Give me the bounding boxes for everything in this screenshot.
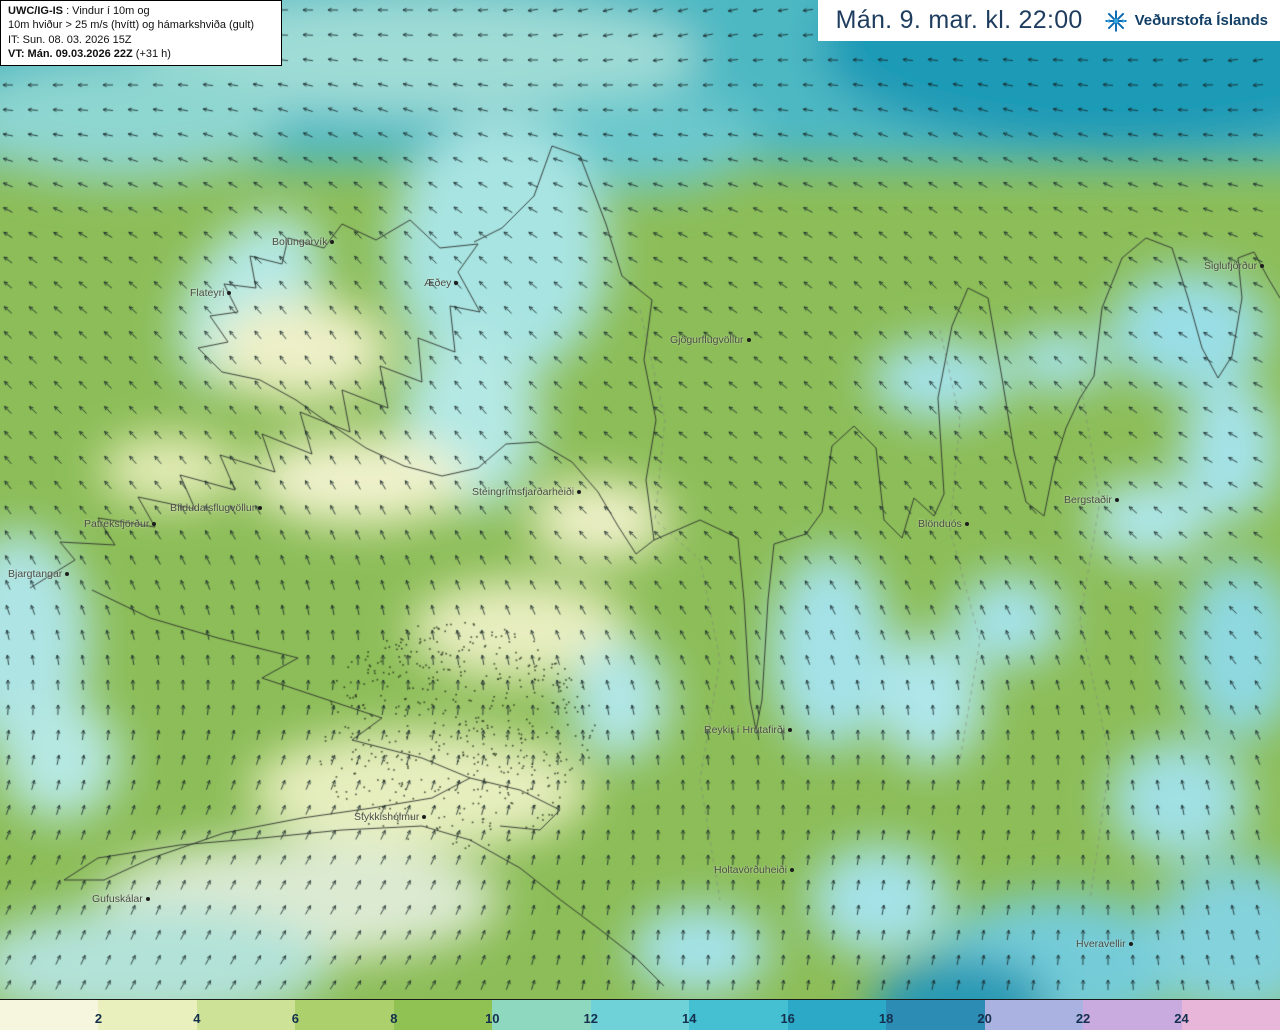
brand: Veðurstofa Íslands [1103,8,1268,34]
timestamp-bar: Mán. 9. mar. kl. 22:00 Veðurstofa Ísland… [817,0,1280,41]
valid-time-display: Mán. 9. mar. kl. 22:00 [835,6,1083,34]
legend-tick-label: 2 [94,1011,103,1026]
wind-speed-legend: 2 4 6 8 10 12 14 16 18 20 22 24 [0,999,1280,1030]
wind-arrow-field [0,0,1280,1000]
weather-map-app: Bolungarvík Flateyri Æðey Gjögurflugvöllur S… [0,0,1280,1030]
init-time: IT: Sun. 08. 03. 2026 15Z [8,33,132,46]
brand-name: Veðurstofa Íslands [1134,12,1268,29]
model-info-panel: UWC/IG-IS : Vindur í 10m og 10m hviður >… [0,0,282,67]
legend-tick-label: 16 [780,1011,795,1026]
valid-time: VT: Mán. 09.03.2026 22Z [8,47,133,60]
model-name: UWC/IG-IS [8,5,63,17]
legend-tick-label: 14 [681,1011,697,1026]
legend-tick-label: 22 [1075,1011,1091,1026]
legend-tick-label: 24 [1174,1011,1189,1026]
legend-tick-label: 20 [977,1011,992,1026]
model-desc: : Vindur í 10m og [66,5,150,17]
legend-tick-label: 10 [485,1011,500,1026]
legend-tick-label: 12 [583,1011,598,1026]
legend-note: 10m hviður > 25 m/s (hvítt) og hámarkshv… [8,19,255,32]
valid-offset: (+31 h) [135,47,171,60]
legend-tick-label: 18 [878,1011,894,1026]
legend-tick-labels: 2 4 6 8 10 12 14 16 18 20 22 24 [0,1000,1280,1030]
legend-tick-label: 6 [291,1011,299,1026]
legend-tick-label: 4 [193,1011,201,1026]
legend-tick-label: 8 [390,1011,398,1026]
vedurstofa-logo-icon [1104,9,1127,32]
